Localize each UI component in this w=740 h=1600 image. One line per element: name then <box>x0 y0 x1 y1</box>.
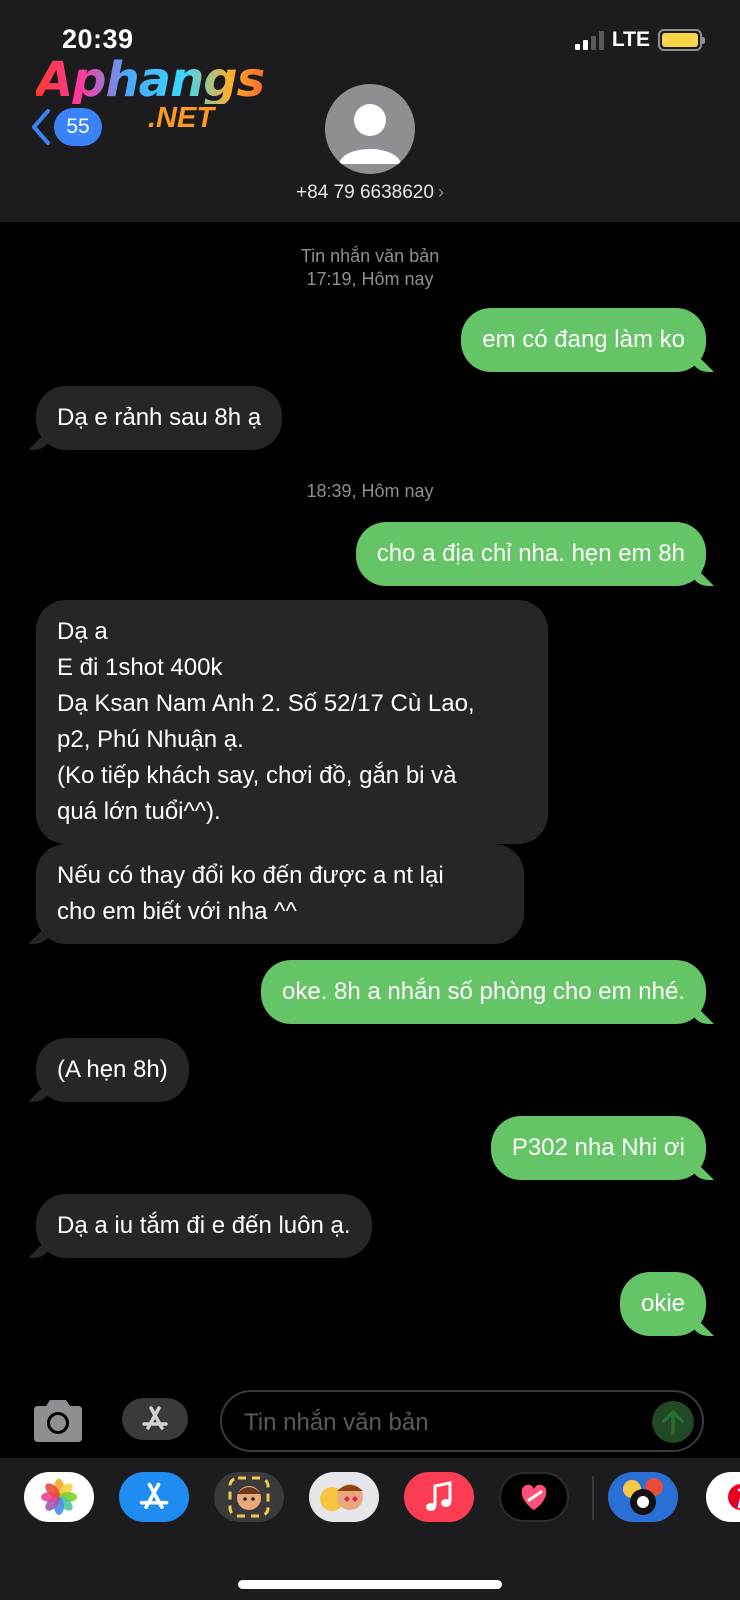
message-line: Dạ Ksan Nam Anh 2. Số 52/17 Cù Lao, <box>57 690 475 717</box>
conversation-header: 20:39 LTE Aphangs .NET 55 +84 79 6638620… <box>0 0 740 222</box>
app-store-button[interactable] <box>122 1398 188 1440</box>
photos-petals <box>41 1479 77 1515</box>
timestamp-time: 17:19, Hôm nay <box>306 269 434 289</box>
message-bubble-outgoing[interactable]: em có đang làm ko <box>461 308 706 372</box>
message-input[interactable]: Tin nhắn văn bản <box>220 1390 704 1452</box>
app-store-icon[interactable] <box>119 1472 189 1522</box>
message-bubble-incoming[interactable]: Dạ a iu tắm đi e đến luôn ạ. <box>36 1194 372 1258</box>
message-text: Dạ a iu tắm đi e đến luôn ạ. <box>57 1212 351 1239</box>
app-store-glyph <box>139 1482 169 1510</box>
message-bubble-incoming[interactable]: (A hẹn 8h) <box>36 1038 189 1102</box>
battery-icon <box>658 29 705 51</box>
pool-balls <box>623 1478 663 1515</box>
app-store-icon <box>142 1406 168 1430</box>
home-indicator <box>238 1580 502 1589</box>
message-text: em có đang làm ko <box>482 326 685 353</box>
digital-touch-icon[interactable] <box>499 1472 569 1522</box>
unread-count-badge: 55 <box>54 108 102 146</box>
message-text: Dạ e rảnh sau 8h ạ <box>57 404 262 431</box>
send-button[interactable] <box>652 1401 694 1443</box>
heart-glyph <box>521 1484 547 1510</box>
pinterest-icon[interactable] <box>706 1472 740 1522</box>
message-line: cho em biết với nha ^^ <box>57 898 297 925</box>
message-text: cho a địa chỉ nha. hẹn em 8h <box>376 540 685 567</box>
message-bubble-incoming[interactable]: Nếu có thay đổi ko đến được a nt lại cho… <box>36 844 524 944</box>
camera-icon[interactable] <box>30 1396 86 1444</box>
timestamp-time: 18:39, Hôm nay <box>306 481 434 501</box>
music-note <box>426 1481 452 1511</box>
animoji-icon[interactable] <box>309 1472 379 1522</box>
memoji-face <box>228 1476 270 1518</box>
message-bubble-outgoing[interactable]: okie <box>619 1272 706 1336</box>
message-bubble-outgoing[interactable]: cho a địa chỉ nha. hẹn em 8h <box>355 522 706 586</box>
timestamp: 18:39, Hôm nay <box>0 480 740 503</box>
app-strip-divider <box>592 1476 594 1520</box>
contact-avatar[interactable] <box>325 84 415 174</box>
message-line: Dạ a <box>57 618 108 645</box>
chevron-left-icon <box>32 109 50 145</box>
network-type: LTE <box>611 28 650 51</box>
message-text: okie <box>640 1290 685 1317</box>
contact-name-button[interactable]: +84 79 6638620 › <box>0 182 740 204</box>
timestamp: Tin nhắn văn bản 17:19, Hôm nay <box>0 245 740 291</box>
message-type-label: Tin nhắn văn bản <box>300 246 440 266</box>
message-text: (A hẹn 8h) <box>57 1056 168 1083</box>
message-line: quá lớn tuổi^^). <box>57 798 221 825</box>
chevron-right-icon: › <box>437 182 444 202</box>
message-text: P302 nha Nhi ơi <box>511 1134 685 1161</box>
back-button[interactable]: 55 <box>30 108 102 146</box>
message-text: oke. 8h a nhắn số phòng cho em nhé. <box>282 978 685 1005</box>
logo-subtext: .NET <box>148 102 215 134</box>
message-bubble-incoming[interactable]: Dạ a E đi 1shot 400k Dạ Ksan Nam Anh 2. … <box>36 600 548 844</box>
status-indicators: LTE <box>574 28 705 52</box>
imessage-app-strip <box>0 1458 740 1600</box>
message-line: Nếu có thay đổi ko đến được a nt lại <box>57 862 444 889</box>
message-bubble-incoming[interactable]: Dạ e rảnh sau 8h ạ <box>36 386 283 450</box>
person-icon <box>339 104 401 164</box>
memoji-icon[interactable] <box>214 1472 284 1522</box>
animoji-faces <box>320 1484 363 1511</box>
watermark-logo: Aphangs .NET <box>36 52 265 134</box>
status-time: 20:39 <box>62 24 134 54</box>
message-bubble-outgoing[interactable]: P302 nha Nhi ơi <box>490 1116 706 1180</box>
pinterest-glyph <box>728 1484 740 1510</box>
message-line: (Ko tiếp khách say, chơi đồ, gắn bi và <box>57 762 457 789</box>
contact-number: +84 79 6638620 <box>296 182 434 203</box>
logo-text: Aphangs <box>36 52 265 108</box>
music-icon[interactable] <box>404 1472 474 1522</box>
message-input-placeholder: Tin nhắn văn bản <box>244 1409 429 1436</box>
arrow-up-icon <box>662 1410 684 1435</box>
cellular-signal-icon <box>574 30 604 50</box>
8-ball-pool-icon[interactable] <box>608 1472 678 1522</box>
message-line: E đi 1shot 400k <box>57 654 223 681</box>
message-line: p2, Phú Nhuận ạ. <box>57 726 244 753</box>
photos-icon[interactable] <box>24 1472 94 1522</box>
message-bubble-outgoing[interactable]: oke. 8h a nhắn số phòng cho em nhé. <box>261 960 706 1024</box>
